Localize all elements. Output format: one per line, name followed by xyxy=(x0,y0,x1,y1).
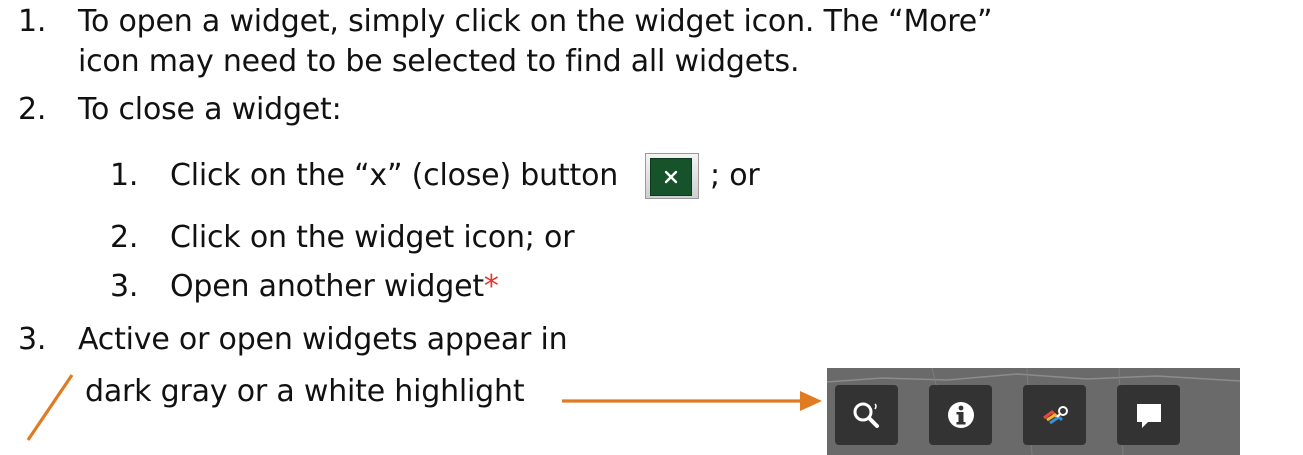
arrow-head xyxy=(800,391,822,411)
widget-toolbar-example xyxy=(827,368,1240,455)
layer-icon xyxy=(1023,385,1086,445)
info-icon xyxy=(929,385,992,445)
chat-icon xyxy=(1117,385,1180,445)
search-icon xyxy=(835,385,898,445)
slash-mark xyxy=(26,374,74,441)
